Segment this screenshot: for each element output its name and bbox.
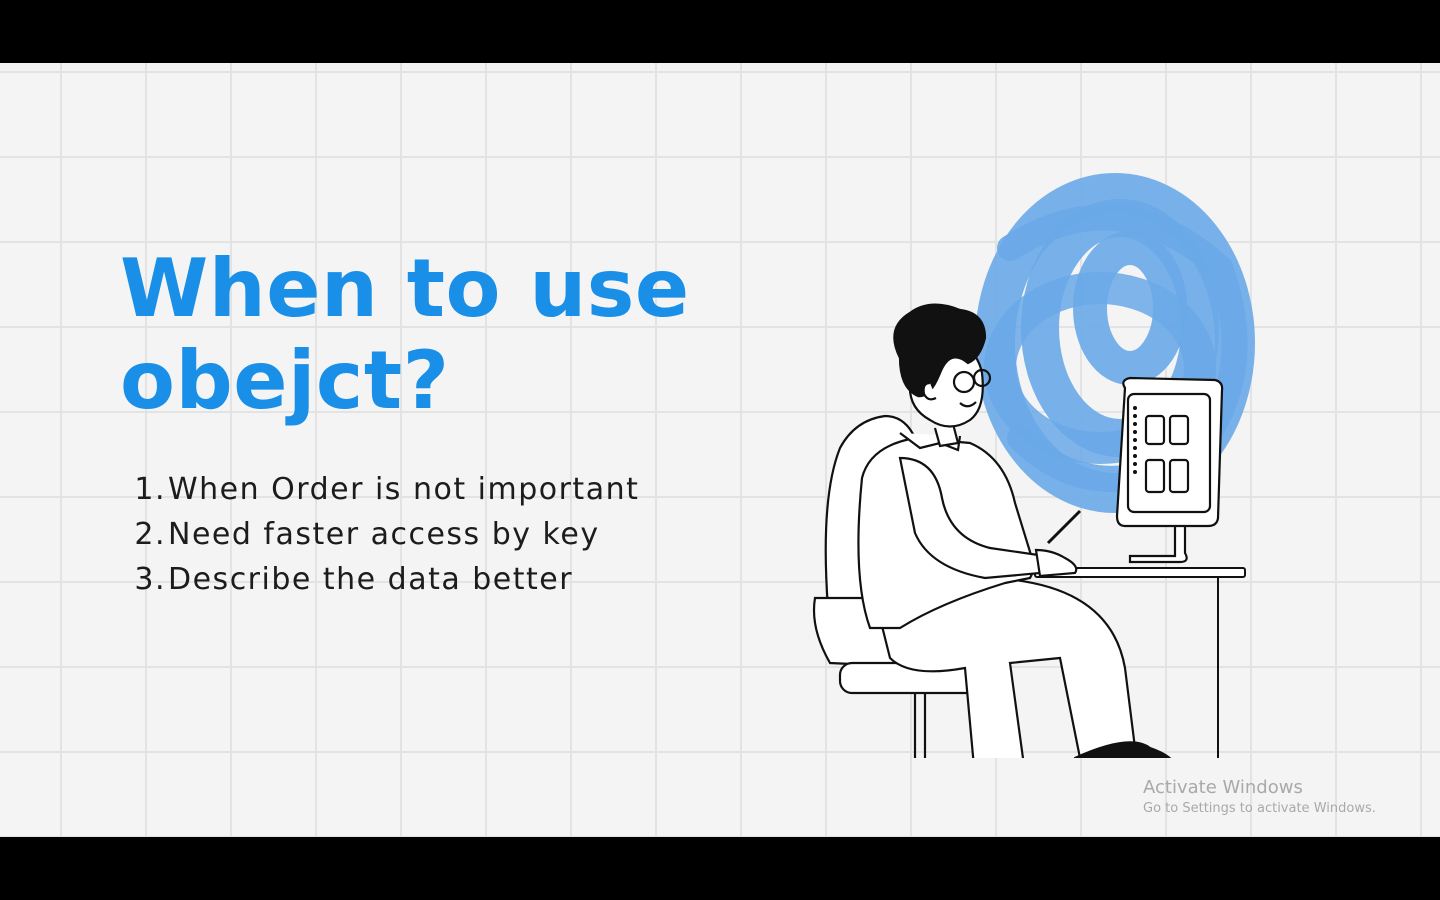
list-item-number: 3. <box>134 562 166 597</box>
list-item: 1.When Order is not important <box>132 467 639 512</box>
list-item-number: 2. <box>134 517 166 552</box>
monitor <box>1115 376 1224 564</box>
activate-windows-watermark: Activate Windows Go to Settings to activ… <box>1143 776 1376 818</box>
slide-title-line-2: obejct? <box>120 334 450 427</box>
points-list: 1.When Order is not important 2.Need fas… <box>132 467 639 602</box>
slide-title-line-1: When to use <box>120 242 690 335</box>
list-item-number: 1. <box>134 472 166 507</box>
list-item-text: Need faster access by key <box>168 517 600 552</box>
presentation-slide: When to use obejct? 1.When Order is not … <box>0 63 1440 837</box>
letterbox-bottom <box>0 837 1440 900</box>
watermark-subtitle: Go to Settings to activate Windows. <box>1143 801 1376 816</box>
list-item-text: When Order is not important <box>168 472 640 507</box>
list-item: 2.Need faster access by key <box>132 512 639 557</box>
watermark-title: Activate Windows <box>1143 777 1303 798</box>
person-at-computer-icon <box>812 173 1255 758</box>
list-item: 3.Describe the data better <box>132 557 639 602</box>
list-item-text: Describe the data better <box>168 562 574 597</box>
slide-title: When to use obejct? <box>120 243 740 427</box>
letterbox-top <box>0 0 1440 63</box>
